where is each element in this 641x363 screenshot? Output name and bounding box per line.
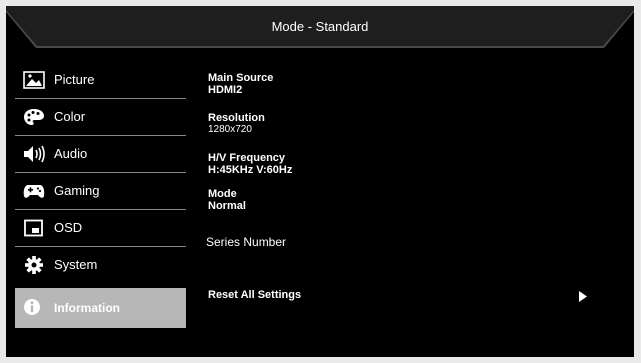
sidebar-item-label: Color — [54, 109, 86, 124]
sidebar-item-information[interactable]: Information — [15, 288, 186, 328]
sidebar-item-label: Audio — [54, 146, 88, 161]
palette-icon — [24, 109, 44, 125]
picture-icon — [23, 71, 45, 89]
sidebar-item-label: Information — [54, 301, 120, 315]
info-icon — [24, 299, 40, 315]
sidebar-item-label: Gaming — [54, 183, 100, 198]
main-source-value: HDMI2 — [208, 84, 243, 96]
mode-block: Mode Normal — [208, 188, 246, 212]
series-number-label: Series Number — [206, 235, 287, 249]
osd-header: Mode - Standard — [6, 6, 634, 48]
resolution-block: Resolution 1280x720 — [208, 112, 265, 136]
arrow-right-icon[interactable] — [579, 291, 587, 302]
resolution-value: 1280x720 — [208, 124, 252, 135]
hv-frequency-block: H/V Frequency H:45KHz V:60Hz — [208, 152, 292, 176]
mode-label: Mode — [208, 188, 237, 200]
sidebar-item-label: Picture — [54, 72, 95, 87]
speaker-icon — [24, 145, 45, 163]
sidebar-item-gaming[interactable]: Gaming — [15, 173, 186, 210]
osd-screen: Mode - Standard Picture Color Audio Gami… — [6, 6, 634, 357]
hv-frequency-value: H:45KHz V:60Hz — [208, 164, 293, 176]
sidebar-item-audio[interactable]: Audio — [15, 136, 186, 173]
osd-sidebar: Picture Color Audio Gaming OSD System In… — [15, 62, 186, 328]
main-source-label: Main Source — [208, 72, 274, 84]
main-source-block: Main Source HDMI2 — [208, 72, 273, 96]
header-title: Mode - Standard — [271, 19, 369, 34]
sidebar-item-system[interactable]: System — [15, 247, 186, 284]
reset-all-settings-button[interactable]: Reset All Settings — [208, 289, 301, 301]
gear-icon — [25, 256, 43, 274]
resolution-label: Resolution — [208, 112, 265, 124]
gamepad-icon — [23, 185, 45, 198]
sidebar-item-color[interactable]: Color — [15, 99, 186, 136]
sidebar-item-picture[interactable]: Picture — [15, 62, 186, 99]
hv-frequency-label: H/V Frequency — [208, 152, 286, 164]
sidebar-item-label: OSD — [54, 220, 83, 235]
sidebar-item-label: System — [54, 257, 98, 272]
osd-icon — [24, 219, 43, 237]
mode-value: Normal — [208, 200, 246, 212]
sidebar-item-osd[interactable]: OSD — [15, 210, 186, 247]
